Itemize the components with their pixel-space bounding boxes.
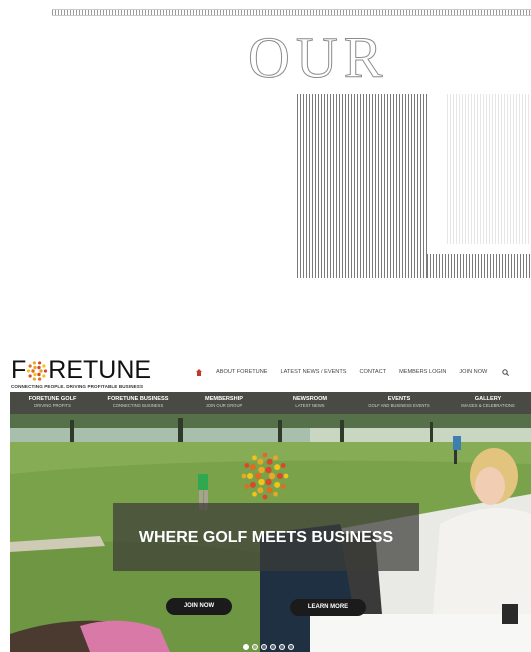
category-title: FORETUNE GOLF bbox=[28, 396, 77, 402]
category-title: NEWSROOM bbox=[292, 396, 328, 402]
hero-headline: WHERE GOLF MEETS BUSINESS bbox=[138, 529, 394, 546]
hero-slider: WHERE GOLF MEETS BUSINESS JOIN NOW LEARN… bbox=[10, 414, 531, 652]
home-icon[interactable] bbox=[196, 368, 202, 376]
top-nav: ABOUT FORETUNE LATEST NEWS / EVENTS CONT… bbox=[196, 366, 510, 378]
ghost-letter-foot bbox=[427, 254, 531, 278]
join-now-button[interactable]: JOIN NOW bbox=[166, 598, 232, 615]
category-subtitle: JOIN OUR GROUP bbox=[205, 403, 243, 408]
ghost-letter-shade bbox=[447, 94, 531, 244]
hero-caption-box: WHERE GOLF MEETS BUSINESS bbox=[113, 503, 419, 571]
slider-dot[interactable] bbox=[279, 644, 285, 650]
category-membership[interactable]: MEMBERSHIP JOIN OUR GROUP bbox=[181, 392, 267, 414]
dotted-rule bbox=[52, 9, 531, 16]
category-subtitle: GOLF AND BUSINESS EVENTS bbox=[368, 403, 430, 408]
logo-tagline: CONNECTING PEOPLE. DRIVING PROFITABLE BU… bbox=[11, 384, 144, 389]
nav-join-now[interactable]: JOIN NOW bbox=[459, 369, 487, 375]
site-logo[interactable]: F RETUNE CONNECTING PEOPLE. DRIVING PROF… bbox=[11, 357, 151, 391]
nav-members-login[interactable]: MEMBERS LOGIN bbox=[399, 369, 446, 375]
category-title: GALLERY bbox=[474, 396, 502, 402]
logo-sunburst-icon bbox=[26, 360, 48, 381]
nav-latest-news[interactable]: LATEST NEWS / EVENTS bbox=[281, 369, 347, 375]
slider-dot[interactable] bbox=[270, 644, 276, 650]
logo-letters-retune: RETUNE bbox=[48, 356, 152, 384]
nav-about[interactable]: ABOUT FORETUNE bbox=[216, 369, 268, 375]
category-newsroom[interactable]: NEWSROOM LATEST NEWS bbox=[267, 392, 353, 414]
category-title: EVENTS bbox=[387, 396, 411, 402]
category-gallery[interactable]: GALLERY IMAGES & CELEBRATIONS bbox=[445, 392, 531, 414]
logo-letter-f: F bbox=[11, 356, 27, 384]
slider-dots bbox=[243, 644, 297, 650]
slider-dot[interactable] bbox=[288, 644, 294, 650]
slider-dot[interactable] bbox=[261, 644, 267, 650]
category-subtitle: CONNECTING BUSINESS bbox=[112, 403, 164, 408]
category-title: MEMBERSHIP bbox=[205, 396, 243, 402]
search-icon[interactable] bbox=[502, 368, 510, 376]
slider-dot[interactable] bbox=[243, 644, 249, 650]
site-header: F RETUNE CONNECTING PEOPLE. DRIVING PROF… bbox=[0, 352, 531, 392]
category-subtitle: LATEST NEWS bbox=[295, 403, 325, 408]
category-subtitle: DRIVING PROFITS bbox=[34, 403, 71, 408]
ghost-letter-graphic bbox=[297, 94, 531, 278]
category-foretune-golf[interactable]: FORETUNE GOLF DRIVING PROFITS bbox=[10, 392, 95, 414]
category-events[interactable]: EVENTS GOLF AND BUSINESS EVENTS bbox=[353, 392, 445, 414]
category-title: FORETUNE BUSINESS bbox=[107, 396, 169, 402]
nav-contact[interactable]: CONTACT bbox=[360, 369, 387, 375]
logo-wordmark: F RETUNE bbox=[11, 357, 151, 383]
category-foretune-business[interactable]: FORETUNE BUSINESS CONNECTING BUSINESS bbox=[95, 392, 181, 414]
ghost-letter-stem bbox=[297, 94, 427, 278]
category-bar: FORETUNE GOLF DRIVING PROFITS FORETUNE B… bbox=[10, 392, 531, 414]
slider-dot[interactable] bbox=[252, 644, 258, 650]
learn-more-button[interactable]: LEARN MORE bbox=[290, 599, 366, 616]
logo-sunburst-icon bbox=[241, 452, 289, 500]
category-subtitle: IMAGES & CELEBRATIONS bbox=[461, 403, 515, 408]
ghost-heading: OUR bbox=[248, 28, 389, 88]
